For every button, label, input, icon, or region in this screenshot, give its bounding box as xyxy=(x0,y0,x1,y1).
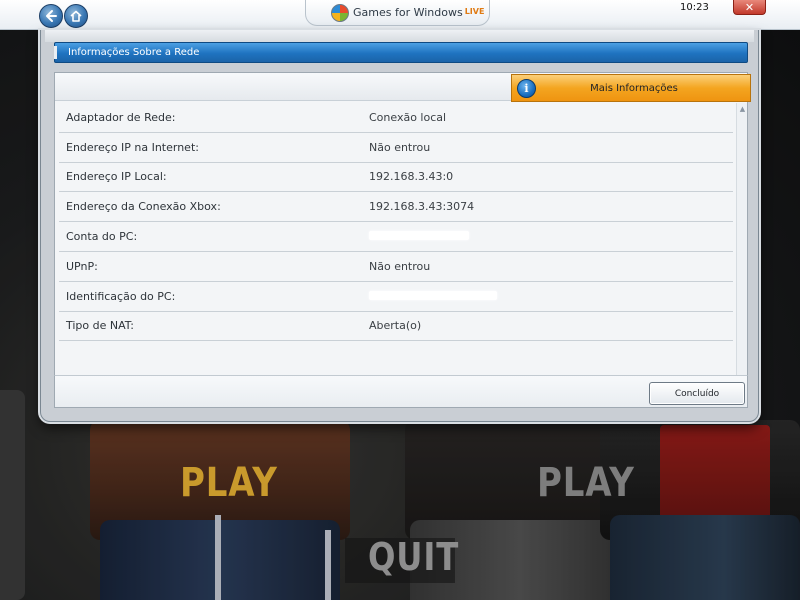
more-info-label: Mais Informações xyxy=(590,82,678,94)
dialog-header: Informações Sobre a Rede xyxy=(54,42,748,63)
redaction-mark xyxy=(369,231,469,241)
list-item: Identificação do PC: xyxy=(59,282,733,312)
scroll-up-arrow-icon[interactable]: ▲ xyxy=(738,104,747,114)
logo-live-text: LIVE xyxy=(464,7,485,16)
network-info-panel: i Mais Informações Adaptador de Rede: Co… xyxy=(54,72,751,407)
back-button[interactable] xyxy=(39,4,63,28)
row-value-redacted xyxy=(369,290,733,303)
back-arrow-icon xyxy=(46,10,57,22)
row-label: Conta do PC: xyxy=(66,230,138,244)
info-icon: i xyxy=(517,78,536,98)
header-cap xyxy=(54,46,57,59)
list-item: Endereço IP na Internet: Não entrou xyxy=(59,133,733,163)
dialog-footer: Concluído xyxy=(54,375,748,408)
row-value: Não entrou xyxy=(369,259,431,273)
row-value-redacted xyxy=(369,230,733,243)
dialog-title: Informações Sobre a Rede xyxy=(68,47,200,58)
list-item: UPnP: Não entrou xyxy=(59,252,733,282)
dialog-top-bevel xyxy=(45,30,754,42)
logo-text: Games for Windows xyxy=(353,6,463,19)
row-value: Não entrou xyxy=(369,140,431,154)
done-button[interactable]: Concluído xyxy=(649,382,745,405)
row-value: 192.168.3.43:0 xyxy=(369,170,454,184)
redaction-mark xyxy=(369,290,497,300)
home-button[interactable] xyxy=(64,4,88,28)
home-icon xyxy=(70,10,82,22)
row-label: Tipo de NAT: xyxy=(66,319,135,333)
row-label: Adaptador de Rede: xyxy=(66,110,176,124)
scrollbar[interactable]: ▲ ▼ xyxy=(736,103,747,406)
list-item: Adaptador de Rede: Conexão local xyxy=(59,103,733,133)
row-value: 192.168.3.43:3074 xyxy=(369,200,475,214)
gfwl-top-bar: Games for Windows LIVE 10:23 ✕ xyxy=(0,0,800,30)
gfwl-logo[interactable]: Games for Windows LIVE xyxy=(305,0,490,26)
menu-play-highlighted[interactable]: PLAY xyxy=(180,460,278,506)
row-label: Endereço IP Local: xyxy=(66,170,167,184)
windows-flag-icon xyxy=(331,3,349,22)
list-item: Endereço IP Local: 192.168.3.43:0 xyxy=(59,163,733,193)
close-icon: ✕ xyxy=(744,0,755,14)
clock: 10:23 xyxy=(680,2,709,13)
list-item: Conta do PC: xyxy=(59,222,733,252)
row-value: Conexão local xyxy=(369,110,447,124)
row-label: Endereço da Conexão Xbox: xyxy=(66,200,221,214)
row-label: Endereço IP na Internet: xyxy=(66,140,199,154)
menu-quit[interactable]: QUIT xyxy=(368,535,459,579)
network-info-dialog: Informações Sobre a Rede i Mais Informaç… xyxy=(40,30,759,422)
list-item: Endereço da Conexão Xbox: 192.168.3.43:3… xyxy=(59,192,733,223)
list-item: Tipo de NAT: Aberta(o) xyxy=(59,312,733,342)
more-info-button[interactable]: i Mais Informações xyxy=(511,74,751,102)
row-label: UPnP: xyxy=(66,259,98,273)
network-info-list: Adaptador de Rede: Conexão local Endereç… xyxy=(59,103,733,342)
row-value: Aberta(o) xyxy=(369,319,422,333)
row-label: Identificação do PC: xyxy=(66,289,176,303)
close-button[interactable]: ✕ xyxy=(733,0,766,15)
menu-play[interactable]: PLAY xyxy=(537,460,635,506)
